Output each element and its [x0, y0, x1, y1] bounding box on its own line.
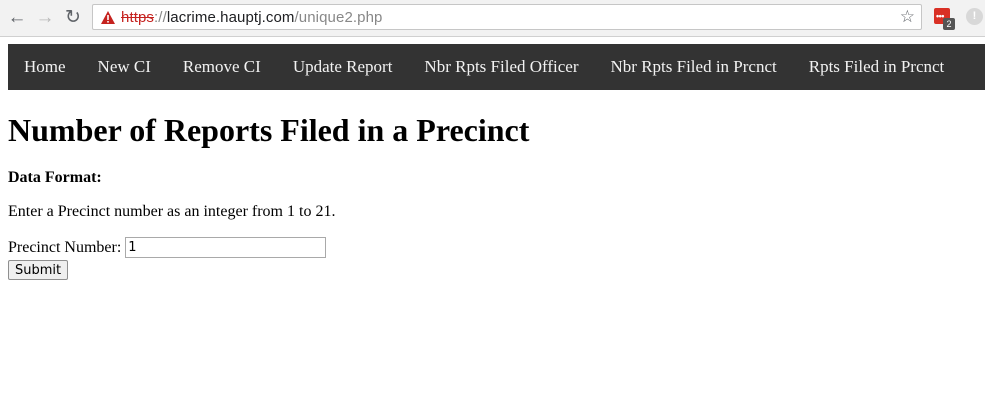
back-arrow-icon[interactable]: ←	[6, 6, 28, 28]
extension-icon-2[interactable]: !	[966, 8, 983, 25]
reload-icon[interactable]: ↻	[62, 6, 84, 28]
address-bar[interactable]: https://lacrime.hauptj.com/unique2.php ☆	[92, 4, 922, 30]
nav-link-rpts-filed-in-prcnct[interactable]: Rpts Filed in Prcnct	[793, 44, 961, 90]
site-nav: Home New CI Remove CI Update Report Nbr …	[8, 44, 985, 90]
nav-link-new-ci[interactable]: New CI	[82, 44, 167, 90]
nav-link-nbr-rpts-filed-in-prcnct[interactable]: Nbr Rpts Filed in Prcnct	[595, 44, 793, 90]
url-scheme: https	[121, 9, 155, 26]
precinct-field-row: Precinct Number:	[8, 237, 327, 258]
instructions-text: Enter a Precinct number as an integer fr…	[8, 203, 336, 220]
bookmark-star-icon[interactable]: ☆	[900, 7, 915, 27]
security-warning-icon[interactable]	[100, 10, 116, 25]
submit-button[interactable]: Submit	[8, 260, 69, 280]
browser-toolbar: ← → ↻ https://lacrime.hauptj.com/unique2…	[0, 0, 985, 37]
url-separator: ://	[154, 9, 167, 26]
url-text: https://lacrime.hauptj.com/unique2.php	[121, 9, 382, 26]
url-host: lacrime.hauptj.com	[166, 9, 295, 26]
extension-badge: 2	[943, 18, 955, 30]
precinct-number-input[interactable]	[125, 237, 327, 258]
nav-link-home[interactable]: Home	[8, 44, 82, 90]
data-format-label: Data Format:	[8, 169, 102, 186]
nav-link-nbr-rpts-filed-officer[interactable]: Nbr Rpts Filed Officer	[408, 44, 594, 90]
page-title: Number of Reports Filed in a Precinct	[8, 112, 530, 148]
nav-link-remove-ci[interactable]: Remove CI	[167, 44, 277, 90]
nav-link-update-report[interactable]: Update Report	[277, 44, 409, 90]
url-path: /unique2.php	[294, 9, 383, 26]
precinct-label: Precinct Number:	[8, 238, 122, 256]
forward-arrow-icon[interactable]: →	[34, 6, 56, 28]
